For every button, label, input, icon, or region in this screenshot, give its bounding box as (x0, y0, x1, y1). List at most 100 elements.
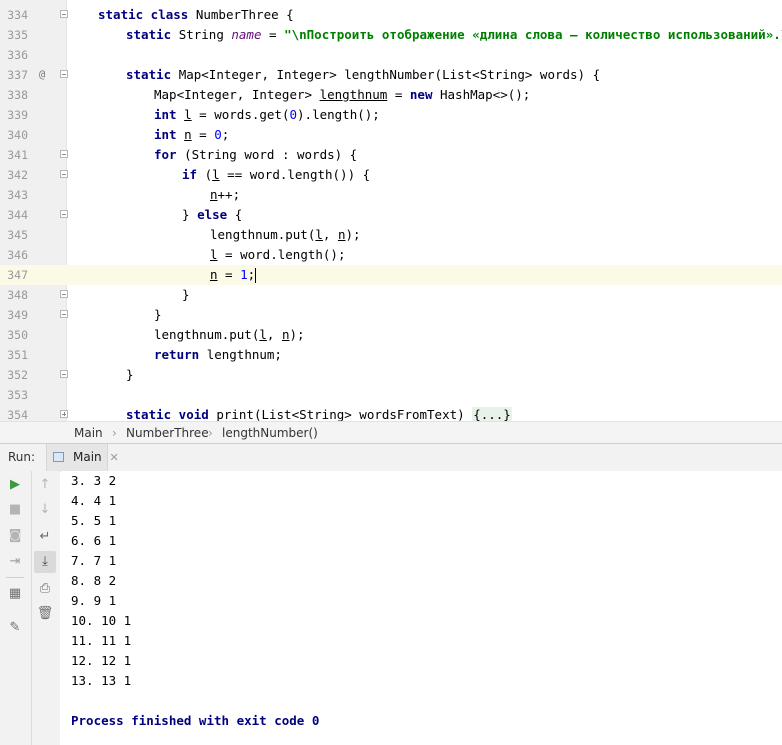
code-line[interactable]: 341 for (String word : words) { (0, 145, 782, 165)
code-text[interactable]: return lengthnum; (154, 345, 282, 365)
code-line[interactable]: 347 n = 1; (0, 265, 782, 285)
code-text[interactable]: static void print(List<String> wordsFrom… (126, 405, 512, 421)
code-line[interactable]: 342 if (l == word.length()) { (0, 165, 782, 185)
code-line[interactable]: 348} (0, 285, 782, 305)
breadcrumb-item-method[interactable]: lengthNumber() (222, 422, 318, 444)
line-number[interactable]: 340 (0, 125, 28, 145)
code-text[interactable]: l = word.length(); (210, 245, 345, 265)
pin-icon[interactable]: ✎ (4, 617, 26, 639)
soft-wrap-icon[interactable]: ↵ (34, 526, 56, 548)
line-number[interactable]: 354 (0, 405, 28, 421)
fold-collapse-icon[interactable] (60, 70, 68, 78)
code-line[interactable]: 349} (0, 305, 782, 325)
code-text[interactable]: static Map<Integer, Integer> lengthNumbe… (126, 65, 600, 85)
console-output[interactable]: 3. 3 2 4. 4 1 5. 5 1 6. 6 1 7. 7 1 8. 8 2 9. 9… (61, 471, 782, 745)
code-token: (String word : words) { (184, 147, 358, 162)
breadcrumb-item-class[interactable]: NumberThree (126, 422, 209, 444)
code-token: ); (345, 227, 361, 242)
code-text[interactable]: Map<Integer, Integer> lengthnum = new Ha… (154, 85, 530, 105)
line-number[interactable]: 343 (0, 185, 28, 205)
code-text[interactable]: for (String word : words) { (154, 145, 357, 165)
console-line: 4. 4 1 (71, 493, 117, 508)
code-line[interactable]: 340 int n = 0; (0, 125, 782, 145)
fold-collapse-icon[interactable] (60, 290, 68, 298)
line-number[interactable]: 341 (0, 145, 28, 165)
line-number[interactable]: 348 (0, 285, 28, 305)
fold-collapse-icon[interactable] (60, 150, 68, 158)
code-line[interactable]: 337 @ static Map<Integer, Integer> lengthN… (0, 65, 782, 85)
breadcrumb-item-main[interactable]: Main (74, 422, 103, 444)
scroll-up-icon[interactable]: ↑ (34, 474, 56, 496)
code-text[interactable]: static String name = "\nПостроить отобра… (126, 25, 782, 45)
close-icon[interactable]: ✕ (109, 451, 118, 464)
trash-icon[interactable]: 🗑 (34, 603, 56, 625)
fold-collapse-icon[interactable] (60, 210, 68, 218)
line-number[interactable]: 346 (0, 245, 28, 265)
line-number[interactable]: 336 (0, 45, 28, 65)
line-number[interactable]: 337 (0, 65, 28, 85)
code-text[interactable]: } (126, 365, 134, 385)
line-number[interactable]: 350 (0, 325, 28, 345)
code-line[interactable]: 352} (0, 365, 782, 385)
code-line[interactable]: 351 return lengthnum; (0, 345, 782, 365)
line-number[interactable]: 344 (0, 205, 28, 225)
code-text[interactable]: if (l == word.length()) { (182, 165, 370, 185)
camera-icon[interactable]: ◙ (4, 525, 26, 547)
layout-icon[interactable]: ▦ (4, 583, 26, 605)
breadcrumb: Main › NumberThree › lengthNumber() (0, 421, 782, 444)
code-line[interactable]: 354 static void print(List<String> wordsF… (0, 405, 782, 421)
code-line[interactable]: 335 static String name = "\nПостроить ото… (0, 25, 782, 45)
line-number[interactable]: 349 (0, 305, 28, 325)
code-line[interactable]: 339 int l = words.get(0).length(); (0, 105, 782, 125)
line-number[interactable]: 347 (0, 265, 28, 285)
code-text[interactable]: lengthnum.put(l, n); (154, 325, 305, 345)
code-line[interactable]: 344 } else { (0, 205, 782, 225)
rerun-icon[interactable]: ▶ (4, 474, 26, 496)
line-number[interactable]: 351 (0, 345, 28, 365)
print-icon[interactable]: ⎙ (34, 578, 56, 600)
code-token: for (154, 147, 185, 162)
scroll-to-end-icon[interactable]: ⤓ (34, 551, 56, 573)
code-token: 0 (214, 127, 222, 142)
fold-collapse-icon[interactable] (60, 10, 68, 18)
fold-collapse-icon[interactable] (60, 310, 68, 318)
line-number[interactable]: 339 (0, 105, 28, 125)
code-text[interactable]: } (154, 305, 162, 325)
import-icon[interactable]: ⇥ (4, 551, 26, 573)
scroll-down-icon[interactable]: ↓ (34, 499, 56, 521)
code-line[interactable]: 343 n++; (0, 185, 782, 205)
fold-expand-icon[interactable] (60, 410, 68, 418)
line-number[interactable]: 334 (0, 5, 28, 25)
code-token: return (154, 347, 207, 362)
code-line[interactable]: 336 (0, 45, 782, 65)
line-number[interactable]: 342 (0, 165, 28, 185)
code-line[interactable]: 353 (0, 385, 782, 405)
stop-icon[interactable]: ■ (4, 499, 26, 521)
code-text[interactable]: } else { (182, 205, 242, 225)
code-line[interactable]: 345 lengthnum.put(l, n); (0, 225, 782, 245)
fold-collapse-icon[interactable] (60, 370, 68, 378)
line-number[interactable]: 338 (0, 85, 28, 105)
code-text[interactable]: } (182, 285, 190, 305)
line-number[interactable]: 353 (0, 385, 28, 405)
override-marker-icon[interactable]: @ (39, 65, 45, 85)
fold-collapse-icon[interactable] (60, 170, 68, 178)
folded-code-block[interactable]: {...} (472, 407, 512, 421)
code-text[interactable]: int l = words.get(0).length(); (154, 105, 380, 125)
code-text[interactable]: static class NumberThree { (98, 5, 294, 25)
console-line: 7. 7 1 (71, 553, 117, 568)
code-text[interactable]: n = 1; (210, 265, 257, 285)
code-line[interactable]: 334 static class NumberThree { (0, 5, 782, 25)
code-line[interactable]: 350 lengthnum.put(l, n); (0, 325, 782, 345)
code-editor[interactable]: 334 static class NumberThree { 335 static S… (0, 0, 782, 421)
chevron-right-icon: › (208, 426, 213, 440)
code-line[interactable]: 338 Map<Integer, Integer> lengthnum = new… (0, 85, 782, 105)
line-number[interactable]: 335 (0, 25, 28, 45)
line-number[interactable]: 345 (0, 225, 28, 245)
tab-main[interactable]: Main ✕ (46, 444, 119, 471)
code-line[interactable]: 346 l = word.length(); (0, 245, 782, 265)
code-text[interactable]: lengthnum.put(l, n); (210, 225, 361, 245)
code-text[interactable]: int n = 0; (154, 125, 229, 145)
code-text[interactable]: n++; (210, 185, 240, 205)
line-number[interactable]: 352 (0, 365, 28, 385)
